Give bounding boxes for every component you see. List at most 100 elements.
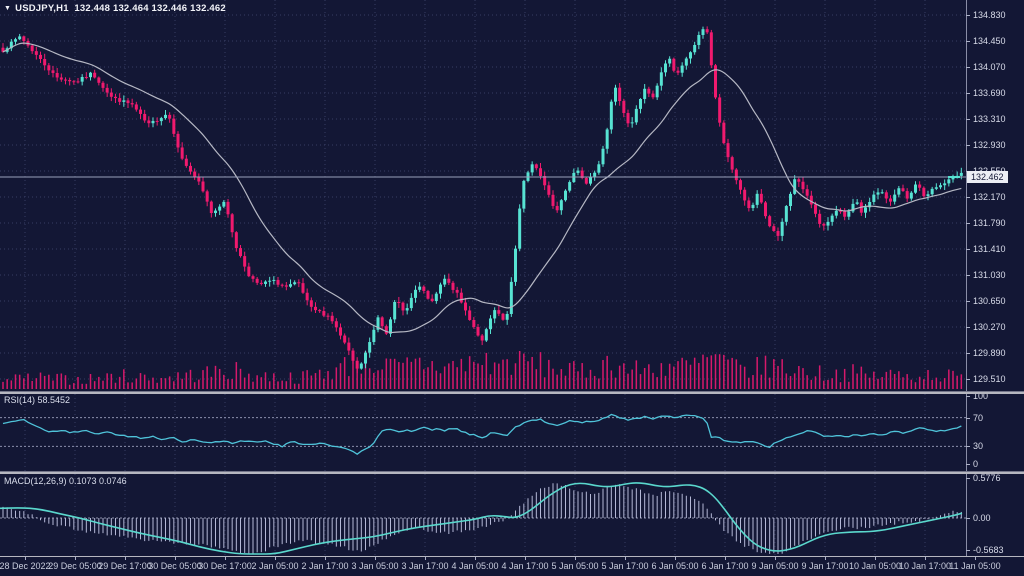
axis-tick-mark [966,446,970,447]
time-label: 10 Jan 05:00 [849,561,901,571]
price-tick-label: 70 [973,413,983,423]
price-tick-label: 131.030 [973,270,1006,280]
price-tick-label: 130.270 [973,322,1006,332]
axis-tick-mark [966,418,970,419]
trading-chart-window: ▼ USDJPY,H1 132.448 132.464 132.446 132.4… [0,0,1024,576]
price-tick-label: 0.5776 [973,473,1001,483]
volume-histogram [2,351,962,389]
collapse-icon[interactable]: ▼ [4,5,11,12]
axis-tick-mark [966,223,970,224]
time-axis-separator [0,556,1024,557]
price-tick-label: 131.790 [973,218,1006,228]
time-label: 30 Dec 05:00 [148,561,202,571]
time-tick-mark [75,556,76,560]
time-label: 2 Jan 05:00 [251,561,298,571]
price-tick-label: 134.070 [973,62,1006,72]
price-tick-label: 129.890 [973,348,1006,358]
time-tick-mark [975,556,976,560]
axis-tick-mark [966,67,970,68]
axis-tick-mark [966,396,970,397]
rsi-panel-resize-handle[interactable] [0,391,1024,394]
axis-tick-mark [966,119,970,120]
macd-histogram [3,483,961,554]
price-tick-label: 132.930 [973,140,1006,150]
time-label: 3 Jan 05:00 [351,561,398,571]
axis-tick-mark [966,275,970,276]
time-tick-mark [325,556,326,560]
time-label: 11 Jan 05:00 [949,561,1000,571]
time-tick-mark [375,556,376,560]
current-price-tag: 132.462 [967,171,1008,183]
axis-tick-mark [966,518,970,519]
macd-indicator-label: MACD(12,26,9) 0.1073 0.0746 [4,476,127,486]
rsi-panel-canvas[interactable] [0,394,966,471]
macd-panel-canvas[interactable] [0,474,966,556]
current-price-value: 132.462 [971,172,1004,182]
rsi-line [3,415,961,455]
axis-tick-mark [966,379,970,380]
time-label: 5 Jan 17:00 [601,561,648,571]
axis-tick-mark [966,197,970,198]
symbol-timeframe-label: USDJPY,H1 [15,3,69,14]
macd-panel-resize-handle[interactable] [0,471,1024,474]
time-tick-mark [475,556,476,560]
time-tick-mark [525,556,526,560]
axis-tick-mark [966,550,970,551]
time-tick-mark [625,556,626,560]
price-tick-label: 133.310 [973,114,1006,124]
time-tick-mark [725,556,726,560]
ohlc-readout: 132.448 132.464 132.446 132.462 [74,3,225,14]
axis-tick-mark [966,353,970,354]
rsi-indicator-label: RSI(14) 58.5452 [4,395,70,405]
axis-tick-mark [966,301,970,302]
time-label: 6 Jan 17:00 [701,561,748,571]
time-tick-mark [275,556,276,560]
main-chart-canvas[interactable] [0,0,966,392]
time-label: 29 Dec 05:00 [48,561,102,571]
price-tick-label: 133.690 [973,88,1006,98]
time-tick-mark [125,556,126,560]
time-label: 29 Dec 17:00 [98,561,152,571]
chart-header: ▼ USDJPY,H1 132.448 132.464 132.446 132.4… [4,3,226,14]
price-tick-label: 134.830 [973,10,1006,20]
price-tick-label: 131.410 [973,244,1006,254]
price-tick-label: 129.510 [973,374,1006,384]
time-label: 4 Jan 17:00 [501,561,548,571]
time-label: 28 Dec 2022 [0,561,51,571]
axis-tick-mark [966,464,970,465]
price-tick-label: 134.450 [973,36,1006,46]
time-tick-mark [875,556,876,560]
time-tick-mark [25,556,26,560]
time-tick-mark [775,556,776,560]
axis-tick-mark [966,145,970,146]
price-tick-label: 30 [973,441,983,451]
time-label: 4 Jan 05:00 [451,561,498,571]
time-tick-mark [425,556,426,560]
time-label: 30 Dec 17:00 [198,561,252,571]
time-label: 3 Jan 17:00 [401,561,448,571]
time-label: 9 Jan 17:00 [801,561,848,571]
axis-tick-mark [966,41,970,42]
time-label: 5 Jan 05:00 [551,561,598,571]
time-label: 6 Jan 05:00 [651,561,698,571]
time-tick-mark [825,556,826,560]
axis-tick-mark [966,478,970,479]
moving-average-line [3,43,961,332]
time-tick-mark [675,556,676,560]
price-tick-label: 130.650 [973,296,1006,306]
axis-tick-mark [966,249,970,250]
axis-tick-mark [966,15,970,16]
candles-layer [2,26,963,373]
time-label: 10 Jan 17:00 [899,561,951,571]
price-tick-label: -0.5683 [973,545,1004,555]
time-tick-mark [925,556,926,560]
time-tick-mark [225,556,226,560]
time-tick-mark [575,556,576,560]
axis-tick-mark [966,327,970,328]
time-label: 9 Jan 05:00 [751,561,798,571]
price-tick-label: 132.170 [973,192,1006,202]
time-tick-mark [175,556,176,560]
price-tick-label: 0 [973,459,978,469]
price-tick-label: 0.00 [973,513,991,523]
axis-tick-mark [966,93,970,94]
